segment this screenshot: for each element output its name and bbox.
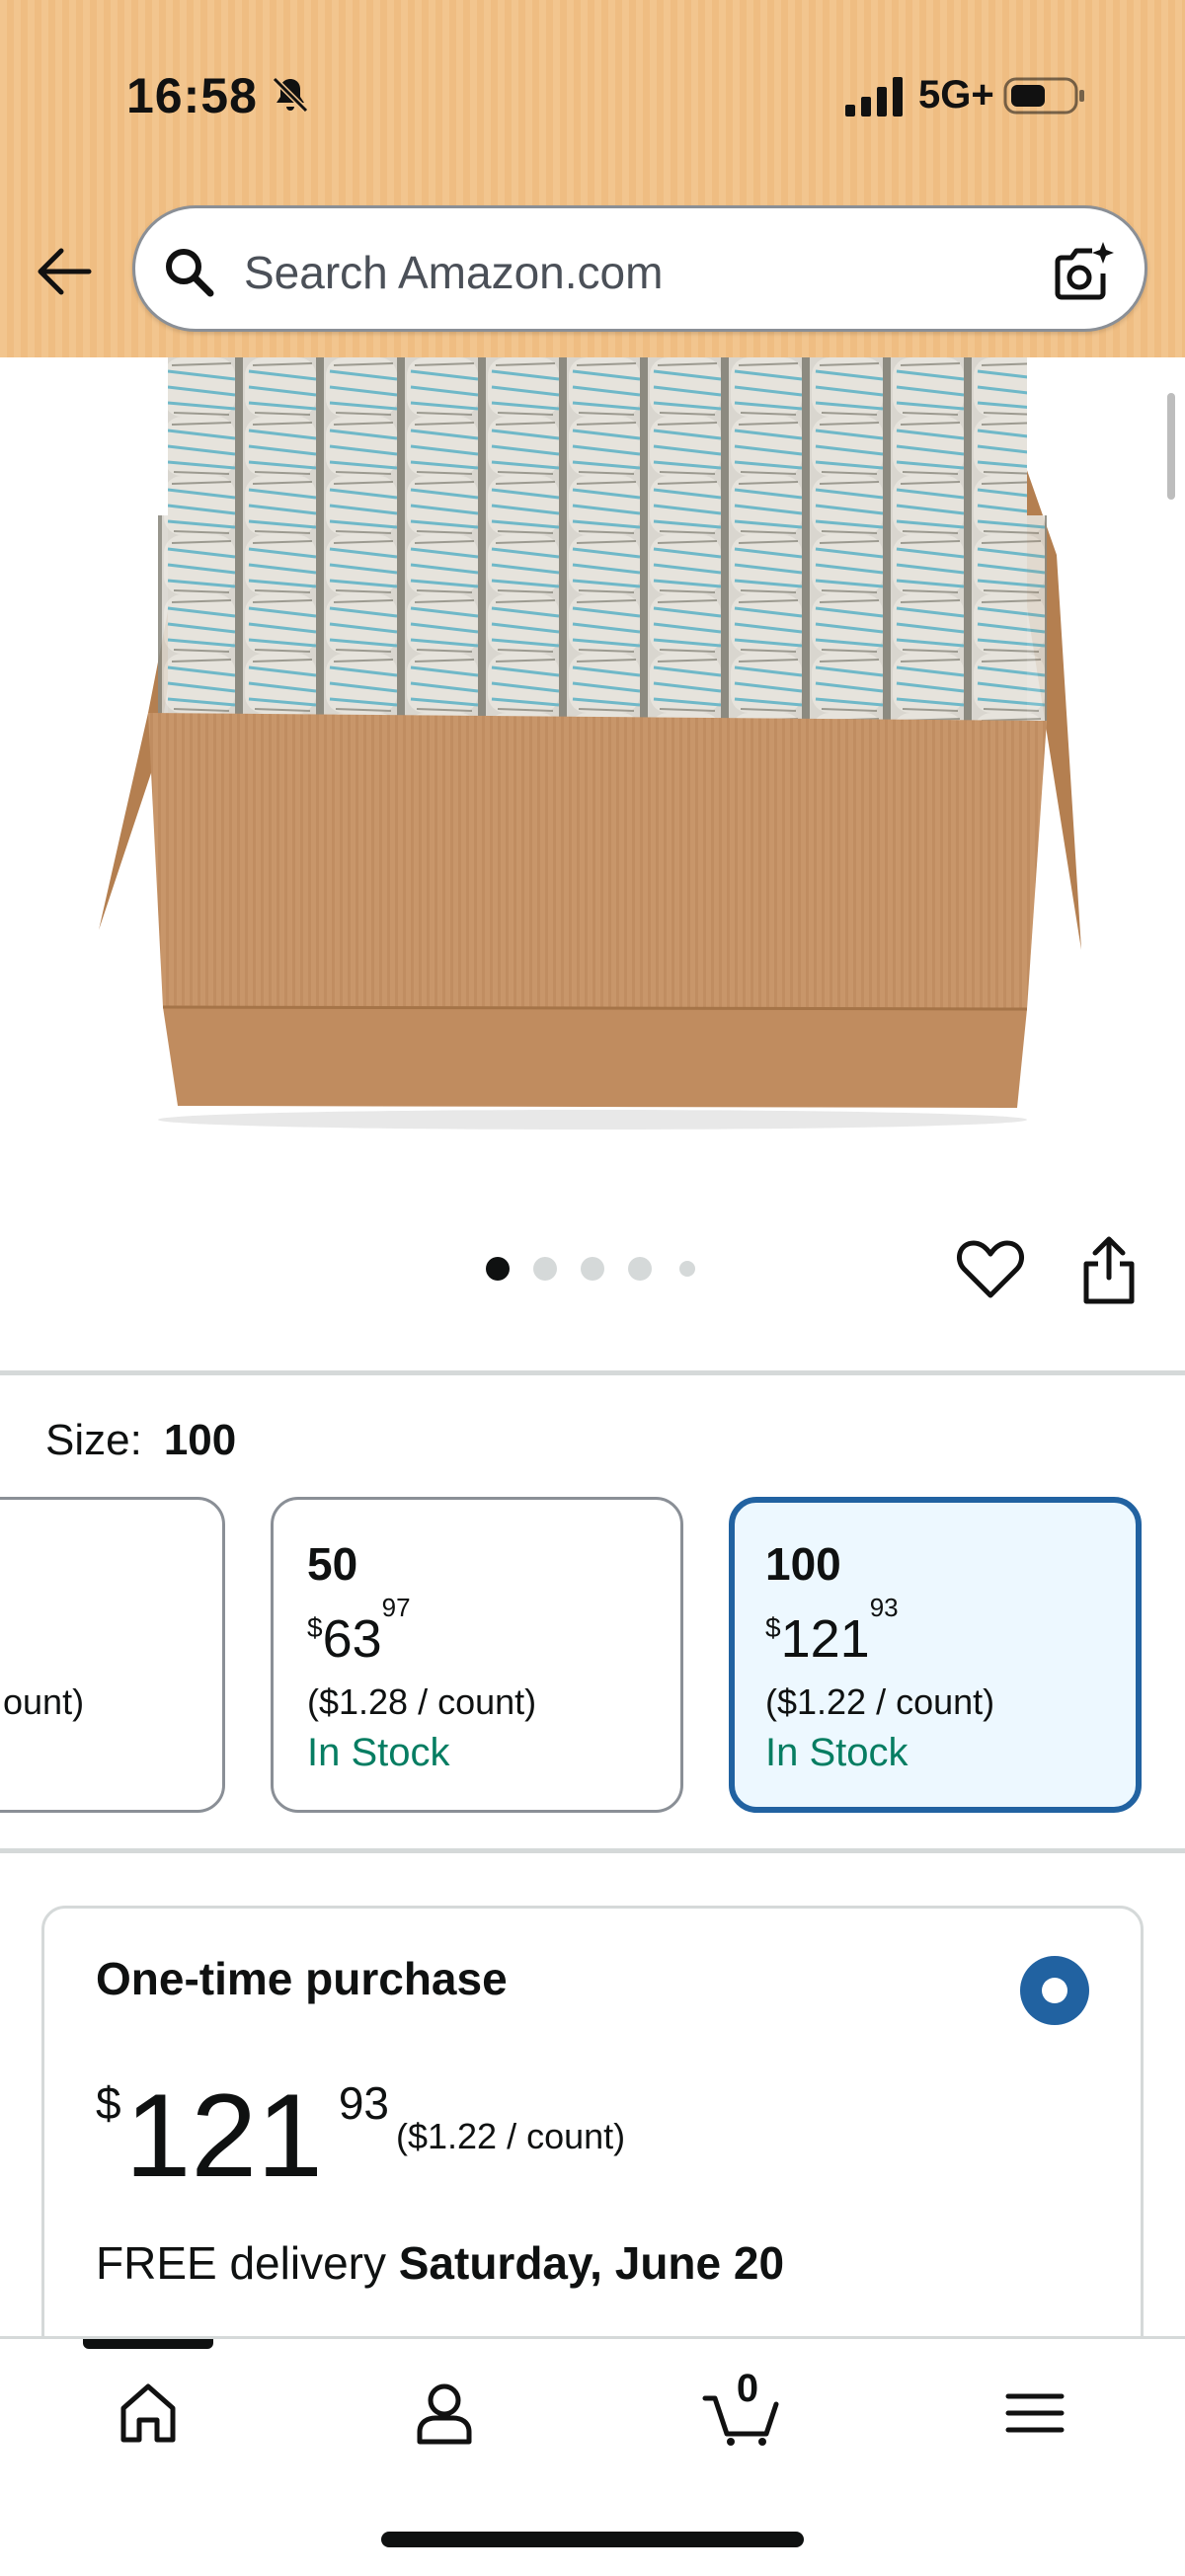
purchase-price: $121 93 [96, 2069, 389, 2202]
size-selected-value: 100 [163, 1416, 237, 1464]
battery-icon [1003, 77, 1084, 115]
section-divider [0, 1370, 1185, 1375]
nav-active-indicator [83, 2339, 213, 2349]
size-label: Size: [45, 1416, 142, 1464]
size-option-card[interactable]: ount) [0, 1497, 225, 1813]
carousel-dot[interactable] [581, 1257, 604, 1281]
back-arrow-icon[interactable] [34, 241, 95, 302]
carousel-dot[interactable] [679, 1261, 695, 1277]
size-count: 100 [765, 1538, 841, 1590]
stock-status: In Stock [307, 1731, 450, 1774]
size-option-card-selected[interactable]: 100 $12193 ($1.22 / count) In Stock [729, 1497, 1142, 1813]
header: 16:58 5G+ Search Amazon.com [0, 0, 1185, 357]
size-option-card[interactable]: 50 $6397 ($1.28 / count) In Stock [271, 1497, 683, 1813]
share-icon[interactable] [1078, 1234, 1140, 1305]
search-input[interactable]: Search Amazon.com [244, 246, 663, 299]
search-icon[interactable] [161, 244, 216, 299]
purchase-option-title: One-time purchase [96, 1953, 508, 2004]
heart-icon[interactable] [956, 1238, 1025, 1301]
status-time: 16:58 [126, 68, 258, 123]
size-count: 50 [307, 1538, 358, 1590]
carousel-dot[interactable] [533, 1257, 557, 1281]
size-unit-price: ($1.22 / count) [765, 1681, 995, 1722]
menu-icon[interactable] [1000, 2379, 1069, 2448]
home-icon[interactable] [114, 2379, 183, 2448]
bell-off-icon [272, 76, 309, 114]
product-photo [99, 357, 1081, 1130]
size-price: $12193 [765, 1593, 899, 1669]
delivery-info: FREE delivery Saturday, June 20 [96, 2237, 785, 2289]
network-type: 5G+ [918, 73, 994, 117]
product-image[interactable] [0, 357, 1185, 1147]
signal-bars-icon [845, 77, 903, 117]
cart-count-badge: 0 [736, 2367, 759, 2410]
search-bar[interactable]: Search Amazon.com [132, 205, 1147, 332]
scroll-indicator [1167, 393, 1175, 500]
camera-search-icon[interactable] [1052, 238, 1117, 303]
stock-status: In Stock [765, 1731, 908, 1774]
size-label-row: Size: 100 [45, 1416, 236, 1465]
purchase-unit-price: ($1.22 / count) [396, 2116, 626, 2156]
size-unit-price: ount) [3, 1681, 85, 1722]
carousel-dot[interactable] [628, 1257, 652, 1281]
purchase-radio-button[interactable] [1020, 1956, 1089, 2025]
account-icon[interactable] [410, 2379, 479, 2448]
home-indicator[interactable] [381, 2532, 804, 2547]
size-unit-price: ($1.28 / count) [307, 1681, 537, 1722]
section-divider [0, 1848, 1185, 1853]
size-price: $6397 [307, 1593, 411, 1669]
carousel-dot[interactable] [486, 1257, 510, 1281]
